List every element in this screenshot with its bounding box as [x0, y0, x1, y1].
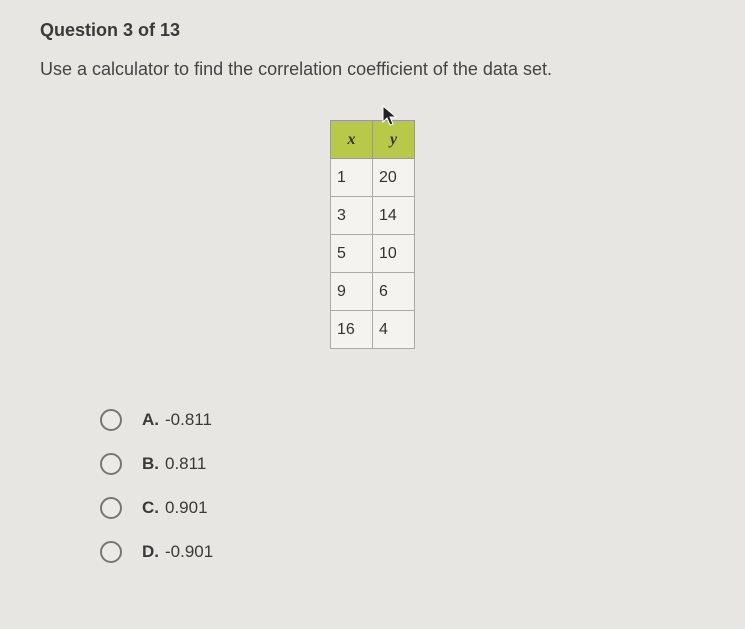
cell-x: 9: [331, 273, 373, 311]
option-c[interactable]: C. 0.901: [100, 497, 705, 519]
cell-x: 3: [331, 197, 373, 235]
option-letter: D.: [142, 542, 159, 562]
radio-icon[interactable]: [100, 497, 122, 519]
cell-y: 6: [373, 273, 415, 311]
question-header: Question 3 of 13: [40, 20, 705, 41]
option-text: -0.811: [165, 410, 212, 430]
data-table-wrap: x y 1 20 3 14 5 10 9 6 16 4: [40, 120, 705, 349]
table-row: 5 10: [331, 235, 415, 273]
radio-icon[interactable]: [100, 409, 122, 431]
cell-x: 5: [331, 235, 373, 273]
answer-options: A. -0.811 B. 0.811 C. 0.901 D. -0.901: [100, 409, 705, 563]
cell-y: 20: [373, 159, 415, 197]
data-table: x y 1 20 3 14 5 10 9 6 16 4: [330, 120, 415, 349]
option-letter: B.: [142, 454, 159, 474]
col-header-x: x: [331, 121, 373, 159]
option-letter: A.: [142, 410, 159, 430]
option-b[interactable]: B. 0.811: [100, 453, 705, 475]
option-text: 0.901: [165, 498, 208, 518]
cell-x: 16: [331, 311, 373, 349]
cell-y: 10: [373, 235, 415, 273]
option-a[interactable]: A. -0.811: [100, 409, 705, 431]
cell-y: 4: [373, 311, 415, 349]
option-text: -0.901: [165, 542, 213, 562]
radio-icon[interactable]: [100, 541, 122, 563]
cell-x: 1: [331, 159, 373, 197]
option-letter: C.: [142, 498, 159, 518]
table-row: 1 20: [331, 159, 415, 197]
table-row: 3 14: [331, 197, 415, 235]
table-row: 16 4: [331, 311, 415, 349]
col-header-y: y: [373, 121, 415, 159]
table-row: 9 6: [331, 273, 415, 311]
option-d[interactable]: D. -0.901: [100, 541, 705, 563]
question-prompt: Use a calculator to find the correlation…: [40, 59, 705, 80]
radio-icon[interactable]: [100, 453, 122, 475]
option-text: 0.811: [165, 454, 206, 474]
cell-y: 14: [373, 197, 415, 235]
